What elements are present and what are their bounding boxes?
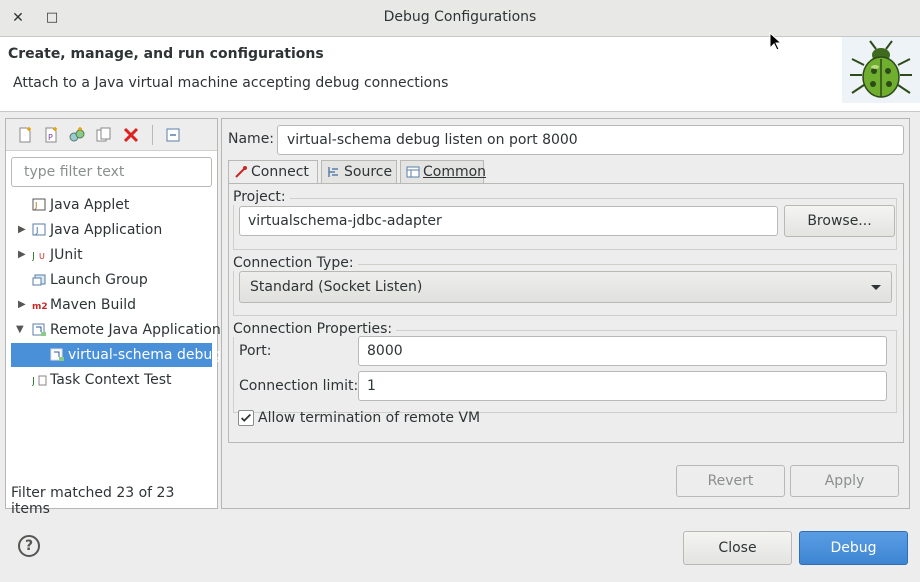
maven-icon: m2 xyxy=(32,302,47,312)
tree-item-label: Launch Group xyxy=(50,272,148,288)
tab-label: Source xyxy=(344,164,393,180)
help-icon[interactable]: ? xyxy=(18,535,40,557)
tab-source[interactable]: Source xyxy=(321,160,397,184)
svg-text:J: J xyxy=(32,251,35,262)
checkmark-icon xyxy=(241,413,251,422)
tab-common[interactable]: Common xyxy=(400,160,487,184)
connection-type-dropdown[interactable]: Standard (Socket Listen) xyxy=(239,271,892,303)
project-label: Project: xyxy=(233,189,290,205)
common-icon xyxy=(406,166,420,178)
duplicate-icon[interactable] xyxy=(95,126,113,144)
apply-button-label: Apply xyxy=(824,473,865,489)
debug-button[interactable]: Debug xyxy=(799,531,908,565)
connect-icon xyxy=(235,166,247,178)
java-application-icon: J xyxy=(32,223,46,236)
configuration-editor-panel: Name: Connect Source Common Project: Bro… xyxy=(221,118,910,509)
tree-item-virtual-schema-debug[interactable]: virtual-schema debug xyxy=(11,343,221,367)
tree-item-label: Java Application xyxy=(50,222,163,238)
port-label: Port: xyxy=(239,343,272,359)
svg-text:J: J xyxy=(32,376,35,387)
revert-button[interactable]: Revert xyxy=(676,465,785,497)
connection-limit-label: Connection limit: xyxy=(239,378,359,394)
chevron-down-icon xyxy=(871,285,881,290)
svg-text:P: P xyxy=(48,133,53,142)
tree-item-junit[interactable]: ▶ JU JUnit xyxy=(6,243,212,267)
project-input[interactable] xyxy=(239,206,778,236)
banner-heading: Create, manage, and run configurations xyxy=(8,46,324,62)
configuration-list-panel: P J Java Applet ▶ J Java Application ▶ J… xyxy=(5,118,221,517)
tree-item-java-applet[interactable]: J Java Applet xyxy=(6,193,212,217)
delete-icon[interactable] xyxy=(122,126,140,144)
connection-type-value: Standard (Socket Listen) xyxy=(250,279,423,295)
expand-arrow-icon[interactable]: ▶ xyxy=(18,293,30,317)
source-icon xyxy=(328,167,338,177)
connection-properties-label: Connection Properties: xyxy=(233,321,397,337)
junit-icon: JU xyxy=(32,251,45,262)
banner-description: Attach to a Java virtual machine accepti… xyxy=(13,75,449,91)
task-context-test-icon: J xyxy=(32,375,47,387)
tab-label: Common xyxy=(423,164,487,180)
filter-input[interactable] xyxy=(11,157,212,187)
browse-button-label: Browse... xyxy=(807,213,872,229)
dialog-footer: ? Close Debug xyxy=(0,515,920,582)
collapse-all-icon[interactable] xyxy=(164,126,182,144)
apply-button[interactable]: Apply xyxy=(790,465,899,497)
port-input[interactable] xyxy=(358,336,887,366)
tree-item-label: Remote Java Application xyxy=(50,322,221,338)
tree-item-remote-java-application[interactable]: ▼ Remote Java Application xyxy=(6,318,221,342)
name-input[interactable] xyxy=(277,125,904,155)
remote-config-icon xyxy=(50,348,64,361)
java-applet-icon: J xyxy=(32,198,46,211)
svg-text:J: J xyxy=(35,226,38,235)
tree-item-label: Java Applet xyxy=(50,197,130,213)
expand-arrow-icon[interactable]: ▶ xyxy=(18,243,30,267)
tree-item-label: virtual-schema debug xyxy=(68,347,222,363)
connection-type-label: Connection Type: xyxy=(233,255,358,271)
debug-button-label: Debug xyxy=(830,540,877,556)
toolbar-separator xyxy=(152,125,153,145)
svg-text:J: J xyxy=(34,201,37,210)
new-prototype-icon[interactable]: P xyxy=(42,126,60,144)
tree-item-label: Task Context Test xyxy=(50,372,172,388)
allow-termination-label: Allow termination of remote VM xyxy=(258,410,481,426)
close-button-label: Close xyxy=(718,540,757,556)
svg-text:m2: m2 xyxy=(32,302,47,312)
bug-icon xyxy=(842,37,920,103)
left-toolbar: P xyxy=(6,119,217,151)
tree-item-label: Maven Build xyxy=(50,297,137,313)
collapse-arrow-icon[interactable]: ▼ xyxy=(16,318,28,342)
connect-tab-content: Project: Browse... Connection Type: Stan… xyxy=(228,183,904,443)
tab-connect[interactable]: Connect xyxy=(228,160,318,185)
tree-item-label: JUnit xyxy=(50,247,83,263)
new-configuration-icon[interactable] xyxy=(16,126,34,144)
tab-label: Connect xyxy=(251,164,309,180)
remote-java-icon xyxy=(32,323,46,336)
close-button[interactable]: Close xyxy=(683,531,792,565)
tree-item-maven-build[interactable]: ▶ m2 Maven Build xyxy=(6,293,212,317)
tree-item-java-application[interactable]: ▶ J Java Application xyxy=(6,218,212,242)
mouse-cursor-icon xyxy=(769,32,783,51)
connection-limit-input[interactable] xyxy=(358,371,887,401)
expand-arrow-icon[interactable]: ▶ xyxy=(18,218,30,242)
launch-group-icon xyxy=(32,274,46,286)
filter-status: Filter matched 23 of 23 items xyxy=(11,485,175,517)
allow-termination-checkbox[interactable] xyxy=(238,410,254,426)
window-title: Debug Configurations xyxy=(383,9,537,25)
name-label: Name: xyxy=(228,131,275,147)
tree-item-task-context-test[interactable]: J Task Context Test xyxy=(6,368,212,392)
export-icon[interactable] xyxy=(68,126,86,144)
svg-text:U: U xyxy=(39,252,45,261)
tree-item-launch-group[interactable]: Launch Group xyxy=(6,268,212,292)
browse-button[interactable]: Browse... xyxy=(784,205,895,237)
revert-button-label: Revert xyxy=(707,473,754,489)
